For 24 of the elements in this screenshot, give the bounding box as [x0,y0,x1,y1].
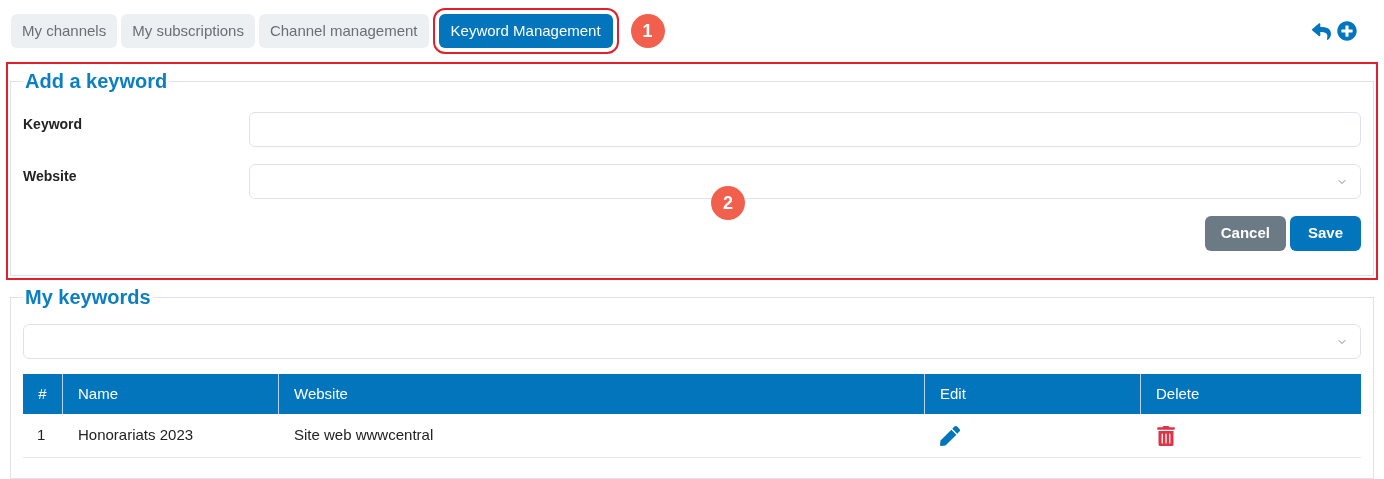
column-header: Website [279,374,925,414]
save-button[interactable]: Save [1289,216,1361,251]
field-label: Website [23,167,78,186]
add-icon[interactable] [1337,21,1357,41]
back-icon[interactable] [1312,21,1331,41]
section-title: Add a keyword [24,69,169,94]
cancel-button[interactable]: Cancel [1204,216,1286,251]
tab[interactable]: My channels [11,14,118,48]
annotation-badge: 2 [711,186,745,220]
column-header: Delete [1155,383,1201,404]
table-cell-text: Honorariats 2023 [77,425,195,446]
column-header: Name [63,374,279,414]
table-cell-text: 1 [36,425,47,446]
field-label: Keyword [23,115,84,134]
table-cell-text: Site web wwwcentral [293,425,435,446]
column-header: # [23,374,63,414]
pencil-icon[interactable] [940,425,960,446]
tab[interactable]: Channel management [258,14,429,48]
trash-icon[interactable] [1156,425,1176,446]
tab[interactable]: My subscriptions [121,14,255,48]
input-field[interactable] [249,112,1361,147]
column-header: Edit [925,374,1141,414]
section-title: My keywords [24,285,152,310]
annotation-badge: 1 [630,14,665,48]
